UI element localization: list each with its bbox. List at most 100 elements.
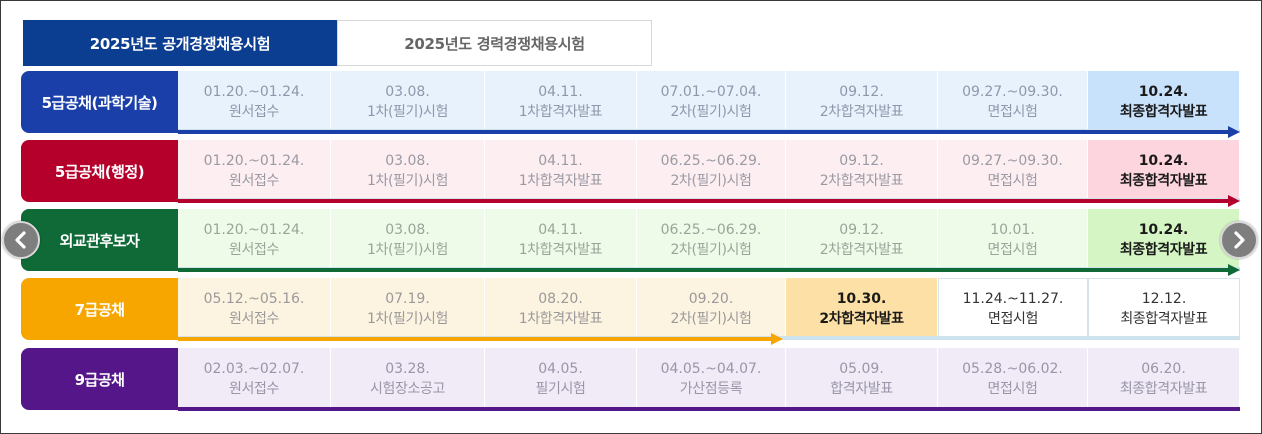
schedule-cell: 06.25.~06.29. 2차(필기)시험	[637, 140, 786, 202]
step-date: 04.11.	[538, 153, 583, 169]
schedule-cell: 04.11. 1차합격자발표	[485, 209, 637, 271]
step-date: 09.12.	[839, 153, 884, 169]
step-name: 2차(필기)시험	[670, 104, 752, 120]
progress-line	[178, 130, 1230, 134]
step-name: 1차(필기)시험	[366, 311, 449, 327]
step-name: 면접시험	[987, 173, 1038, 189]
schedule-cell: 11.24.~11.27. 면접시험	[938, 278, 1088, 340]
step-date: 10.24.	[1138, 153, 1189, 169]
schedule-cell: 10.24. 최종합격자발표	[1088, 71, 1240, 133]
schedule-cell: 05.12.~05.16. 원서접수	[178, 278, 331, 340]
step-date: 06.25.~06.29.	[660, 222, 762, 238]
progress-arrow-icon	[1228, 195, 1240, 207]
progress-arrow-icon	[1228, 126, 1240, 138]
schedule-cell: 07.01.~07.04. 2차(필기)시험	[637, 71, 786, 133]
prev-button[interactable]	[2, 221, 40, 259]
step-date: 09.20.	[688, 291, 734, 307]
step-date: 07.19.	[385, 291, 430, 307]
row-label[interactable]: 9급공채	[21, 348, 178, 410]
step-date: 10.24.	[1138, 222, 1189, 238]
step-name: 1차합격자발표	[518, 311, 603, 327]
schedule-cell: 09.27.~09.30. 면접시험	[938, 140, 1088, 202]
step-date: 01.20.~01.24.	[203, 84, 305, 100]
step-name: 2차(필기)시험	[670, 311, 752, 327]
step-date: 08.20.	[538, 291, 583, 307]
step-date: 10.01.	[990, 222, 1035, 238]
schedule-cell: 10.01. 면접시험	[938, 209, 1088, 271]
step-name: 시험장소공고	[370, 381, 445, 397]
step-name: 1차(필기)시험	[366, 104, 449, 120]
step-name: 1차(필기)시험	[366, 242, 449, 258]
step-date: 10.24.	[1138, 84, 1189, 100]
step-date: 03.08.	[385, 153, 430, 169]
schedule-cell: 06.25.~06.29. 2차(필기)시험	[637, 209, 786, 271]
schedule-row-9th-grade: 9급공채 02.03.~02.07. 원서접수 03.28. 시험장소공고 04.05. 필…	[21, 348, 1240, 411]
step-date: 02.03.~02.07.	[203, 361, 305, 377]
step-name: 2차합격자발표	[819, 173, 904, 189]
step-name: 면접시험	[987, 381, 1038, 397]
step-date: 03.28.	[385, 361, 430, 377]
step-name: 합격자발표	[830, 381, 893, 397]
schedule-cell: 07.19. 1차(필기)시험	[331, 278, 485, 340]
step-name: 최종합격자발표	[1120, 311, 1208, 327]
schedule-cell: 01.20.~01.24. 원서접수	[178, 140, 331, 202]
schedule-cell: 04.05. 필기시험	[485, 348, 637, 410]
schedule-row-5th-grade-admin: 5급공채(행정) 01.20.~01.24. 원서접수 03.08. 1차(필기)시험 0…	[21, 140, 1240, 207]
step-name: 원서접수	[229, 242, 279, 258]
step-name: 최종합격자발표	[1119, 104, 1208, 120]
schedule-row-5th-grade-science: 5급공채(과학기술) 01.20.~01.24. 원서접수 03.08. 1차(필기)시…	[21, 71, 1240, 138]
step-name: 2차(필기)시험	[670, 173, 752, 189]
schedule-cell: 10.24. 최종합격자발표	[1088, 140, 1240, 202]
row-label[interactable]: 5급공채(행정)	[21, 140, 178, 202]
progress-line	[178, 337, 773, 341]
row-label[interactable]: 외교관후보자	[21, 209, 178, 271]
tab-open-competitive-exam[interactable]: 2025년도 공개경쟁채용시험	[23, 20, 337, 66]
step-name: 원서접수	[229, 173, 279, 189]
step-name: 1차합격자발표	[518, 173, 603, 189]
step-name: 1차합격자발표	[518, 104, 603, 120]
schedule-cell: 04.05.~04.07. 가산점등록	[637, 348, 786, 410]
step-date: 07.01.~07.04.	[660, 84, 762, 100]
step-date: 03.08.	[385, 84, 430, 100]
step-date: 04.11.	[538, 84, 583, 100]
step-name: 2차(필기)시험	[670, 242, 752, 258]
schedule-cell: 05.09. 합격자발표	[786, 348, 938, 410]
step-date: 05.12.~05.16.	[203, 291, 305, 307]
next-button[interactable]	[1220, 221, 1258, 259]
schedule-cell: 03.08. 1차(필기)시험	[331, 71, 485, 133]
step-date: 03.08.	[385, 222, 430, 238]
schedule-cell: 08.20. 1차합격자발표	[485, 278, 637, 340]
progress-line	[178, 407, 1240, 411]
schedule-cell: 10.30. 2차합격자발표	[786, 278, 938, 340]
step-name: 원서접수	[229, 381, 279, 397]
schedule-row-7th-grade: 7급공채 05.12.~05.16. 원서접수 07.19. 1차(필기)시험 08.20…	[21, 278, 1240, 345]
step-name: 2차합격자발표	[819, 104, 904, 120]
schedule-cell: 09.12. 2차합격자발표	[786, 140, 938, 202]
step-name: 면접시험	[987, 104, 1038, 120]
step-date: 05.09.	[839, 361, 884, 377]
row-label[interactable]: 5급공채(과학기술)	[21, 71, 178, 133]
step-name: 2차합격자발표	[819, 311, 904, 327]
step-date: 05.28.~06.02.	[962, 361, 1063, 377]
schedule-cell: 09.20. 2차(필기)시험	[637, 278, 786, 340]
schedule-panel: 2025년도 공개경쟁채용시험 2025년도 경력경쟁채용시험 5급공채(과학기…	[0, 0, 1262, 434]
tab-career-competitive-exam[interactable]: 2025년도 경력경쟁채용시험	[337, 20, 652, 66]
row-label[interactable]: 7급공채	[21, 278, 178, 340]
step-date: 09.12.	[839, 222, 884, 238]
step-name: 면접시험	[988, 311, 1038, 327]
schedule-cell: 09.12. 2차합격자발표	[786, 71, 938, 133]
step-date: 09.27.~09.30.	[962, 153, 1063, 169]
step-date: 06.20.	[1141, 361, 1186, 377]
step-name: 1차(필기)시험	[366, 173, 449, 189]
schedule-cell: 05.28.~06.02. 면접시험	[938, 348, 1088, 410]
schedule-cell: 02.03.~02.07. 원서접수	[178, 348, 331, 410]
schedule-cell: 09.12. 2차합격자발표	[786, 209, 938, 271]
step-name: 원서접수	[229, 311, 279, 327]
schedule-cell: 09.27.~09.30. 면접시험	[938, 71, 1088, 133]
schedule-cell: 04.11. 1차합격자발표	[485, 71, 637, 133]
schedule-cell: 04.11. 1차합격자발표	[485, 140, 637, 202]
schedule-cell: 03.28. 시험장소공고	[331, 348, 485, 410]
step-name: 가산점등록	[679, 381, 743, 397]
progress-arrow-icon	[771, 333, 783, 345]
step-date: 04.11.	[538, 222, 583, 238]
